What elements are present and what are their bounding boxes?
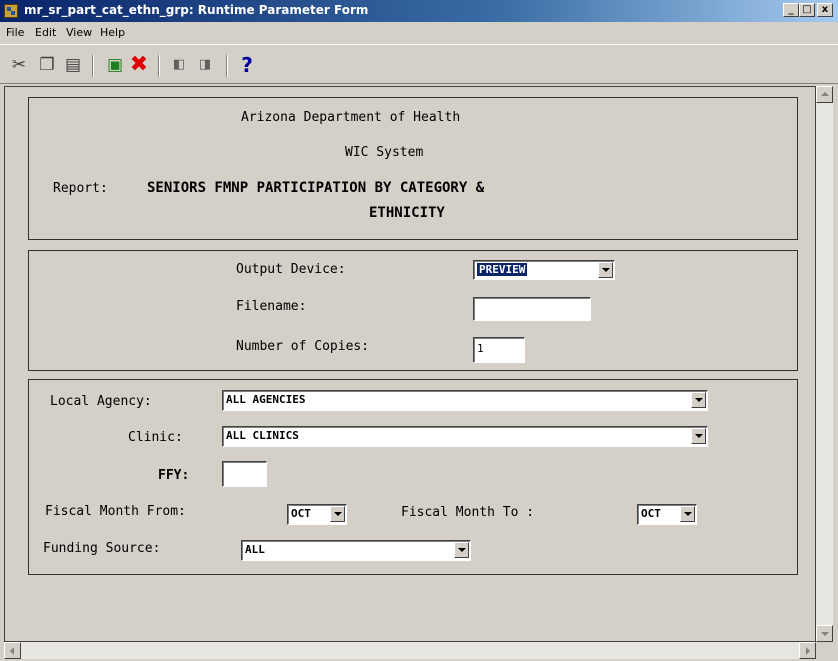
next-icon[interactable]: ◨	[194, 55, 216, 75]
local-agency-value: ALL AGENCIES	[226, 393, 306, 406]
output-device-value: PREVIEW	[477, 263, 528, 276]
menu-help[interactable]: Help	[100, 26, 125, 39]
toolbar-separator	[158, 55, 160, 77]
chevron-down-icon[interactable]	[680, 506, 695, 522]
ffy-label: FFY:	[158, 468, 190, 483]
cut-icon[interactable]: ✂	[8, 55, 30, 75]
previous-icon[interactable]: ◧	[168, 55, 190, 75]
title-bar[interactable]: mr_sr_part_cat_ethn_grp: Runtime Paramet…	[0, 0, 838, 22]
scroll-up-button[interactable]	[816, 86, 833, 103]
clinic-value: ALL CLINICS	[226, 429, 299, 442]
fiscal-month-to-select[interactable]: OCT	[637, 504, 697, 525]
report-header-panel: Arizona Department of Health WIC System …	[28, 97, 798, 240]
app-icon[interactable]	[4, 4, 18, 18]
report-label: Report:	[53, 181, 108, 196]
menu-view[interactable]: View	[66, 26, 92, 39]
run-icon[interactable]: ▣	[104, 55, 126, 75]
parameters-panel: Local Agency: ALL AGENCIES Clinic: ALL C…	[28, 379, 798, 575]
fiscal-month-from-label: Fiscal Month From:	[45, 504, 186, 519]
copy-icon[interactable]: ❐	[36, 55, 58, 75]
fiscal-month-from-select[interactable]: OCT	[287, 504, 347, 525]
copies-label: Number of Copies:	[236, 339, 370, 354]
fiscal-month-from-value: OCT	[291, 507, 311, 520]
close-button[interactable]: x	[817, 3, 833, 17]
funding-source-label: Funding Source:	[43, 541, 161, 556]
form-canvas: Arizona Department of Health WIC System …	[4, 86, 816, 642]
filename-label: Filename:	[236, 299, 307, 314]
report-title-line2: ETHNICITY	[369, 205, 445, 221]
clinic-select[interactable]: ALL CLINICS	[222, 426, 708, 447]
chevron-down-icon[interactable]	[598, 262, 613, 278]
menu-file[interactable]: File	[6, 26, 24, 39]
org-name: Arizona Department of Health	[241, 110, 461, 125]
clinic-label: Clinic:	[128, 430, 183, 445]
chevron-down-icon[interactable]	[691, 428, 706, 444]
maximize-button[interactable]: □	[799, 3, 815, 17]
ffy-input[interactable]	[222, 461, 267, 487]
scroll-right-button[interactable]	[799, 642, 816, 659]
paste-icon[interactable]: ▤	[62, 55, 84, 75]
cancel-icon[interactable]: ✖	[128, 54, 150, 76]
fiscal-month-to-label: Fiscal Month To :	[401, 505, 535, 520]
help-icon[interactable]: ?	[236, 55, 258, 75]
fiscal-month-to-value: OCT	[641, 507, 661, 520]
output-panel: Output Device: PREVIEW Filename: Number …	[28, 250, 798, 371]
funding-source-select[interactable]: ALL	[241, 540, 471, 561]
output-device-select[interactable]: PREVIEW	[473, 260, 615, 280]
local-agency-label: Local Agency:	[50, 394, 152, 409]
funding-source-value: ALL	[245, 543, 265, 556]
scroll-down-button[interactable]	[816, 625, 833, 642]
chevron-down-icon[interactable]	[454, 542, 469, 558]
menu-bar: File Edit View Help	[0, 22, 838, 42]
toolbar: ✂ ❐ ▤ ▣ ✖ ◧ ◨ ?	[0, 44, 838, 84]
report-title-line1: SENIORS FMNP PARTICIPATION BY CATEGORY &	[147, 180, 485, 196]
window-title: mr_sr_part_cat_ethn_grp: Runtime Paramet…	[24, 3, 369, 17]
chevron-down-icon[interactable]	[691, 392, 706, 408]
toolbar-separator	[226, 55, 228, 77]
system-name: WIC System	[345, 145, 424, 160]
toolbar-separator	[92, 55, 94, 77]
filename-input[interactable]	[473, 297, 591, 321]
horizontal-scrollbar[interactable]	[4, 642, 816, 659]
copies-input[interactable]: 1	[473, 337, 525, 363]
minimize-button[interactable]: _	[783, 3, 799, 17]
menu-edit[interactable]: Edit	[35, 26, 56, 39]
scroll-left-button[interactable]	[4, 642, 21, 659]
vertical-scrollbar[interactable]	[816, 86, 833, 642]
chevron-down-icon[interactable]	[330, 506, 345, 522]
local-agency-select[interactable]: ALL AGENCIES	[222, 390, 708, 411]
output-device-label: Output Device:	[236, 262, 346, 277]
